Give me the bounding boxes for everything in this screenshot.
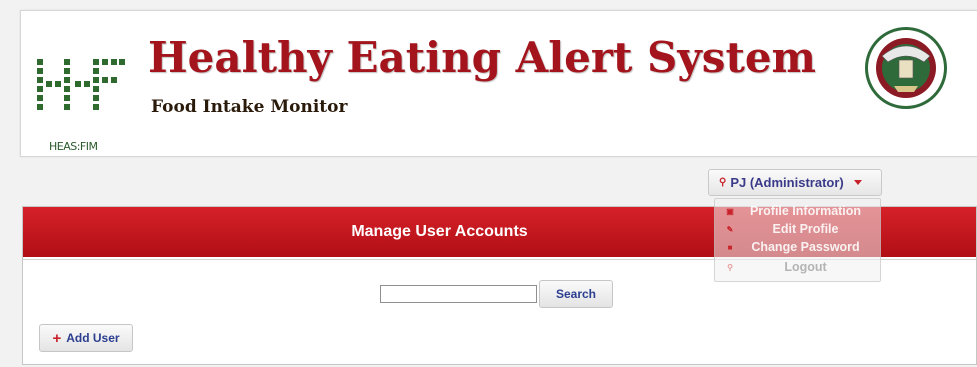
- menu-item-profile-information[interactable]: ▣ Profile Information: [715, 203, 880, 219]
- key-icon: ⚲: [727, 262, 733, 272]
- user-menu-button[interactable]: ⚲ PJ (Administrator): [708, 169, 882, 196]
- menu-item-logout[interactable]: ⚲ Logout: [715, 259, 880, 275]
- user-menu-label: PJ (Administrator): [730, 175, 844, 190]
- lock-icon: ■: [727, 242, 733, 252]
- caret-down-icon: [853, 180, 862, 185]
- user-icon: ⚲: [719, 177, 727, 188]
- site-header: HEAS:FIM Healthy Eating Alert System Foo…: [20, 10, 977, 157]
- site-title: Healthy Eating Alert System: [148, 33, 817, 82]
- document-icon: ▣: [726, 206, 734, 216]
- site-subtitle: Food Intake Monitor: [151, 97, 348, 117]
- pencil-icon: ✎: [726, 224, 734, 234]
- panel-title: Manage User Accounts: [351, 223, 528, 240]
- user-dropdown-menu: ▣ Profile Information ✎ Edit Profile ■ C…: [714, 198, 881, 282]
- plus-icon: +: [52, 329, 62, 347]
- heas-fim-logo-icon: [37, 59, 125, 110]
- search-input[interactable]: [380, 285, 537, 303]
- search-button[interactable]: Search: [539, 280, 613, 308]
- university-seal-icon: [865, 27, 947, 109]
- logo-caption: HEAS:FIM: [49, 140, 98, 153]
- add-user-label: Add User: [66, 331, 120, 345]
- add-user-button[interactable]: + Add User: [39, 324, 133, 352]
- menu-item-edit-profile[interactable]: ✎ Edit Profile: [715, 221, 880, 237]
- menu-item-change-password[interactable]: ■ Change Password: [715, 239, 880, 255]
